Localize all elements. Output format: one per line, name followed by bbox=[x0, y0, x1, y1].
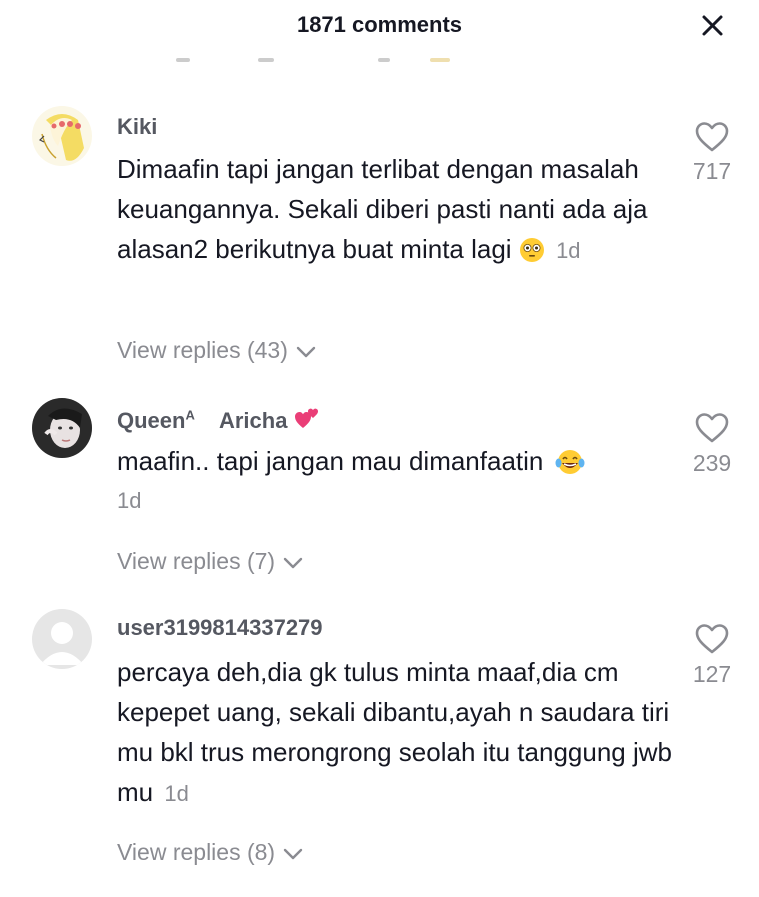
heart-icon bbox=[695, 624, 729, 654]
comment-timestamp: 1d bbox=[117, 488, 142, 513]
chevron-down-icon bbox=[283, 549, 303, 576]
close-button[interactable] bbox=[695, 10, 729, 40]
scrolled-off-text bbox=[0, 52, 759, 64]
view-replies-label: View replies (43) bbox=[117, 337, 288, 363]
avatar[interactable] bbox=[32, 106, 92, 166]
comment-text-block: Dimaafin tapi jangan terlibat dengan mas… bbox=[117, 149, 672, 274]
comment-text: maafin.. tapi jangan mau dimanfaatin bbox=[117, 446, 544, 476]
comment-username[interactable]: QueenA Aricha bbox=[117, 406, 320, 436]
heart-icon bbox=[695, 122, 729, 152]
username-superscript: A bbox=[185, 407, 195, 423]
view-replies-label: View replies (8) bbox=[117, 839, 276, 865]
view-replies-button[interactable]: View replies (43) bbox=[117, 337, 316, 365]
like-button[interactable] bbox=[694, 622, 730, 656]
view-replies-button[interactable]: View replies (8) bbox=[117, 839, 303, 867]
avatar[interactable] bbox=[32, 609, 92, 669]
comment-text-block: percaya deh,dia gk tulus minta maaf,dia … bbox=[117, 652, 672, 814]
view-replies-label: View replies (7) bbox=[117, 548, 276, 574]
avatar[interactable] bbox=[32, 398, 92, 458]
view-replies-button[interactable]: View replies (7) bbox=[117, 548, 303, 576]
like-count: 717 bbox=[692, 158, 732, 184]
chevron-down-icon bbox=[283, 840, 303, 867]
username-extra: Aricha bbox=[218, 408, 288, 433]
chevron-down-icon bbox=[296, 338, 316, 365]
comment-text-block: maafin.. tapi jangan mau dimanfaatin bbox=[117, 441, 672, 486]
username-main: Queen bbox=[117, 408, 186, 433]
comment-text: percaya deh,dia gk tulus minta maaf,dia … bbox=[117, 657, 672, 807]
close-icon bbox=[702, 15, 723, 36]
like-button[interactable] bbox=[694, 120, 730, 154]
comment-timestamp: 1d bbox=[556, 238, 581, 263]
comment-username[interactable]: user3199814337279 bbox=[117, 615, 323, 641]
two-hearts-emoji bbox=[294, 406, 320, 436]
like-count: 239 bbox=[692, 450, 732, 476]
like-count: 127 bbox=[692, 661, 732, 687]
flushed-face-emoji bbox=[519, 234, 545, 274]
comment-timestamp: 1d bbox=[164, 781, 189, 806]
comments-count-title: 1871 comments bbox=[296, 12, 463, 37]
like-button[interactable] bbox=[694, 411, 730, 445]
comment-username[interactable]: Kiki bbox=[117, 114, 157, 140]
default-avatar-icon bbox=[32, 609, 92, 669]
heart-icon bbox=[695, 413, 729, 443]
comments-header: 1871 comments bbox=[0, 0, 759, 52]
tears-of-joy-emoji bbox=[555, 446, 585, 486]
